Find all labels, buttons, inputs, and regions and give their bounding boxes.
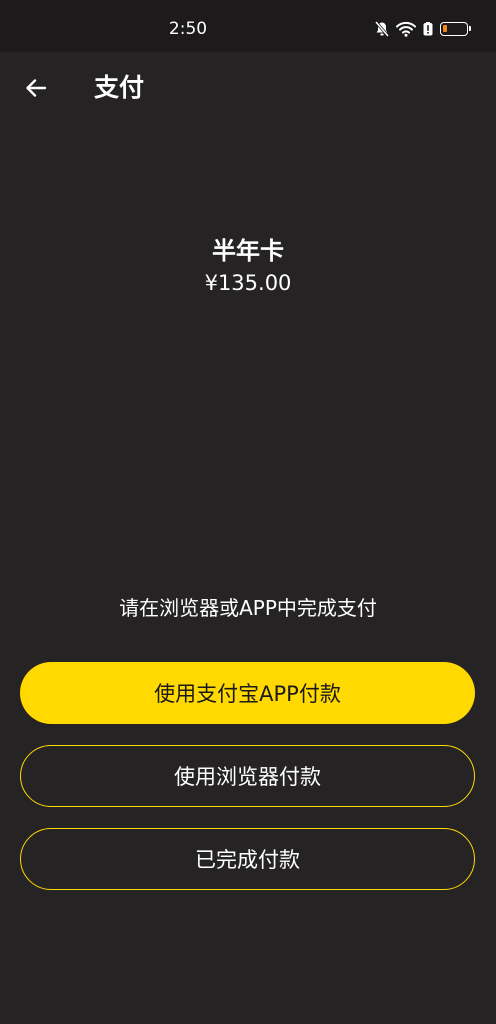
status-icons (375, 18, 471, 40)
status-bar: 2:50 (0, 0, 496, 52)
battery-icon (440, 22, 471, 36)
wifi-icon (396, 21, 416, 37)
battery-cap (469, 26, 471, 31)
battery-saver-icon (423, 22, 433, 36)
bell-muted-icon (375, 21, 389, 37)
payment-completed-button[interactable]: 已完成付款 (20, 828, 475, 890)
arrow-left-icon (24, 76, 48, 104)
pay-with-browser-button[interactable]: 使用浏览器付款 (20, 745, 475, 807)
payment-hint: 请在浏览器或APP中完成支付 (119, 596, 377, 620)
product-price: ¥135.00 (204, 271, 292, 295)
pay-with-alipay-label: 使用支付宝APP付款 (154, 682, 341, 706)
battery-fill (443, 25, 447, 32)
page-title: 支付 (94, 73, 145, 102)
pay-with-browser-label: 使用浏览器付款 (174, 765, 321, 789)
status-time: 2:50 (168, 19, 208, 39)
product-name: 半年卡 (212, 237, 284, 265)
app-bar: 支付 (0, 52, 496, 124)
back-button[interactable] (18, 72, 54, 108)
pay-with-alipay-button[interactable]: 使用支付宝APP付款 (20, 662, 475, 724)
payment-completed-label: 已完成付款 (195, 848, 300, 872)
